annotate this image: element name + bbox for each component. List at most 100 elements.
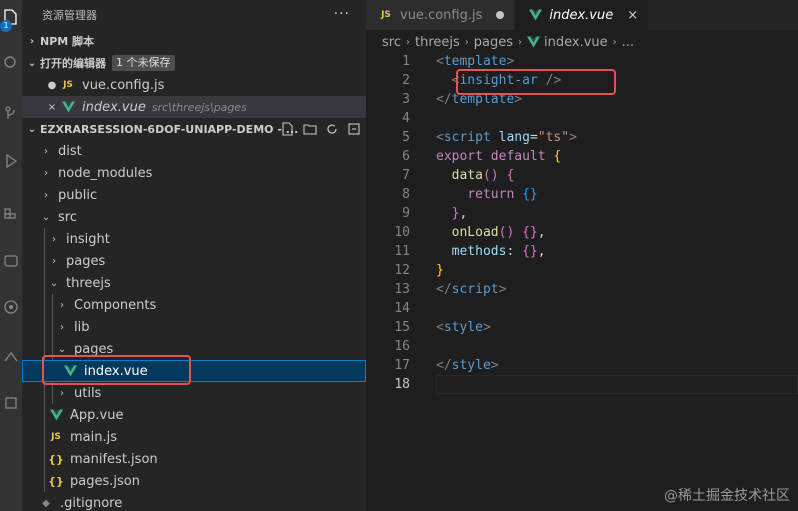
tree-label: App.vue [70,407,124,423]
code-text: <style> [436,320,491,335]
code-line[interactable]: 1 <template> [366,52,798,71]
tree-folder[interactable]: ⌄ pages [22,338,366,360]
open-editor-item[interactable]: × index.vue src\threejs\pages [22,96,366,118]
source-control-icon[interactable] [0,98,22,128]
code-line[interactable]: 11 methods: {}, [366,242,798,261]
collapse-all-icon[interactable] [346,121,362,137]
editor-area: JS vue.config.js index.vue × src › three… [366,0,798,511]
tree-label: pages [66,253,106,269]
tree-folder[interactable]: › insight [22,228,366,250]
line-number: 10 [394,225,410,240]
tree-file-selected[interactable]: index.vue [22,360,366,382]
line-number: 11 [394,244,410,259]
code-line[interactable]: 2 <insight-ar /> [366,71,798,90]
code-line[interactable]: 8 return {} [366,185,798,204]
breadcrumb-item[interactable]: threejs [415,35,460,50]
line-number: 3 [402,92,410,107]
account-icon[interactable] [0,292,22,322]
open-editors-title: 打开的编辑器 [40,57,106,70]
live-share-icon[interactable] [0,342,22,372]
tree-folder[interactable]: › dist [22,140,366,162]
line-number: 1 [402,54,410,69]
tree-label: pages.json [70,473,140,489]
timeline-icon[interactable] [0,388,22,418]
code-line[interactable]: 6 export default { [366,147,798,166]
indent-guide [44,426,45,448]
tree-folder[interactable]: › Components [22,294,366,316]
project-section[interactable]: ⌄ EZXRARSESSION-6DOF-UNIAPP-DEMO - ... [22,118,366,140]
new-file-icon[interactable] [280,121,296,137]
code-line[interactable]: 17 </style> [366,356,798,375]
code-text: } [436,263,444,278]
unsaved-dot-icon[interactable] [496,11,505,19]
tree-label: src [58,209,77,225]
tree-file[interactable]: {} pages.json [22,470,366,492]
code-text: <template> [436,54,515,69]
tab-vue-config[interactable]: JS vue.config.js [366,0,516,30]
tree-file[interactable]: ◆ .gitignore [22,492,366,511]
code-text: </script> [436,282,507,297]
tree-folder[interactable]: › lib [22,316,366,338]
code-line[interactable]: 3 </template> [366,90,798,109]
tree-folder[interactable]: › public [22,184,366,206]
code-line[interactable]: 7 data() { [366,166,798,185]
code-editor[interactable]: 1 <template> 2 <insight-ar /> 3 </template> 4… [366,52,798,394]
code-line[interactable]: 12} [366,261,798,280]
tree-file[interactable]: App.vue [22,404,366,426]
breadcrumb-item[interactable]: ... [622,35,634,50]
tree-folder[interactable]: ⌄ src [22,206,366,228]
code-line[interactable]: 16 [366,337,798,356]
tree-folder[interactable]: › utils [22,382,366,404]
breadcrumb-item[interactable]: pages [474,35,513,50]
code-line[interactable]: 10 onLoad() {}, [366,223,798,242]
open-editor-item[interactable]: ● JS vue.config.js [22,74,366,96]
open-editor-label: vue.config.js [82,77,165,93]
code-line[interactable]: 15 <style> [366,318,798,337]
vue-file-icon [527,36,541,48]
code-text: <insight-ar /> [451,73,562,88]
remote-icon[interactable] [0,246,22,276]
indent-guide [52,382,53,404]
npm-scripts-section[interactable]: › NPM 脚本 [22,30,366,52]
close-icon[interactable]: × [627,8,638,23]
tree-folder[interactable]: › pages [22,250,366,272]
tree-folder[interactable]: ⌄ threejs [22,272,366,294]
open-editors-section[interactable]: ⌄ 打开的编辑器 1 个未保存 [22,52,366,74]
search-icon[interactable] [0,48,22,78]
line-number: 9 [402,206,410,221]
js-file-icon: JS [51,432,61,442]
code-line[interactable]: 9 }, [366,204,798,223]
close-icon[interactable]: × [44,102,60,113]
chevron-right-icon: › [612,36,617,48]
code-text: <script lang="ts"> [436,130,577,145]
tree-file[interactable]: JS main.js [22,426,366,448]
breadcrumb-item[interactable]: index.vue [527,35,608,50]
code-line[interactable]: 5 <script lang="ts"> [366,128,798,147]
project-title: EZXRARSESSION-6DOF-UNIAPP-DEMO - ... [40,122,299,136]
extensions-icon[interactable] [0,196,22,226]
code-line[interactable]: 18 [366,375,798,394]
tree-folder[interactable]: › node_modules [22,162,366,184]
more-actions-icon[interactable]: ··· [334,6,350,22]
chevron-down-icon: ⌄ [41,211,51,223]
unsaved-dot-icon[interactable]: ● [44,80,60,91]
tree-label: manifest.json [70,451,158,467]
run-debug-icon[interactable] [0,146,22,176]
tree-file[interactable]: {} manifest.json [22,448,366,470]
new-folder-icon[interactable] [302,121,318,137]
refresh-icon[interactable] [324,121,340,137]
tab-index-vue[interactable]: index.vue × [515,0,650,30]
indent-guide [44,272,45,294]
line-number: 17 [394,358,410,373]
indent-guide [44,404,45,426]
code-line[interactable]: 13 </script> [366,280,798,299]
code-line[interactable]: 4 [366,109,798,128]
chevron-right-icon: › [52,233,56,245]
code-text: data() { [451,168,515,183]
code-line[interactable]: 14 [366,299,798,318]
code-text: onLoad() {}, [451,225,546,240]
breadcrumb-item[interactable]: src [382,35,401,50]
